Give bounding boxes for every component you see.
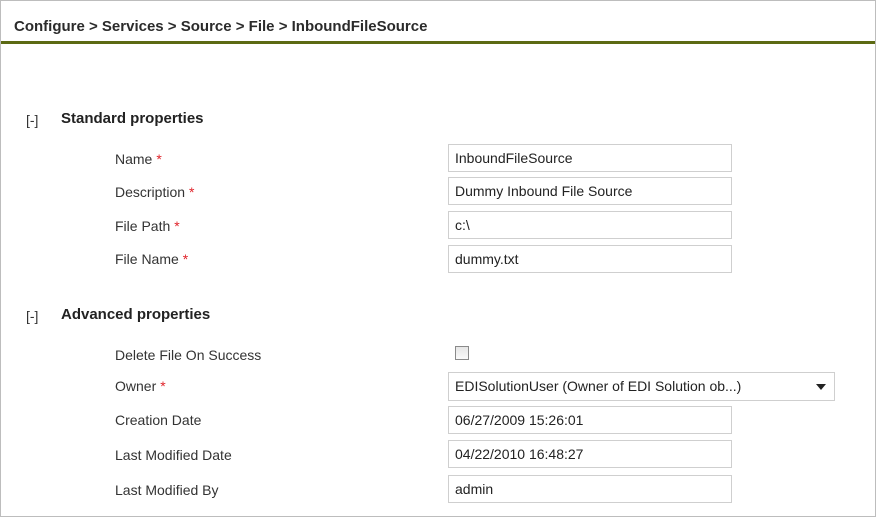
chevron-down-icon bbox=[816, 384, 826, 390]
required-marker: * bbox=[182, 251, 189, 267]
standard-properties-heading: Standard properties bbox=[61, 110, 204, 127]
breadcrumb: Configure > Services > Source > File > I… bbox=[14, 18, 428, 35]
required-marker: * bbox=[189, 184, 195, 200]
owner-label: Owner * bbox=[115, 378, 166, 394]
name-label: Name * bbox=[115, 151, 162, 167]
title-divider bbox=[1, 41, 875, 44]
required-marker: * bbox=[174, 218, 180, 234]
file-name-label: File Name * bbox=[115, 251, 189, 267]
last-modified-date-field[interactable] bbox=[448, 440, 732, 468]
required-marker: * bbox=[156, 151, 162, 167]
last-modified-by-label: Last Modified By bbox=[115, 482, 219, 498]
last-modified-date-label: Last Modified Date bbox=[115, 447, 232, 463]
description-field[interactable] bbox=[448, 177, 732, 205]
delete-file-on-success-checkbox[interactable] bbox=[455, 346, 469, 360]
file-name-field[interactable] bbox=[448, 245, 732, 273]
last-modified-by-field[interactable] bbox=[448, 475, 732, 503]
file-path-label: File Path * bbox=[115, 218, 180, 234]
creation-date-field[interactable] bbox=[448, 406, 732, 434]
owner-select[interactable]: EDISolutionUser (Owner of EDI Solution o… bbox=[448, 372, 835, 401]
owner-selected-value: EDISolutionUser (Owner of EDI Solution o… bbox=[455, 378, 742, 394]
creation-date-label: Creation Date bbox=[115, 412, 202, 428]
advanced-properties-toggle[interactable]: [-] bbox=[26, 308, 38, 324]
advanced-properties-heading: Advanced properties bbox=[61, 306, 211, 323]
standard-properties-toggle[interactable]: [-] bbox=[26, 112, 38, 128]
configuration-panel: Configure > Services > Source > File > I… bbox=[0, 0, 876, 517]
name-field[interactable] bbox=[448, 144, 732, 172]
file-path-field[interactable] bbox=[448, 211, 732, 239]
description-label: Description * bbox=[115, 184, 195, 200]
required-marker: * bbox=[160, 378, 166, 394]
delete-file-on-success-label: Delete File On Success bbox=[115, 347, 262, 363]
